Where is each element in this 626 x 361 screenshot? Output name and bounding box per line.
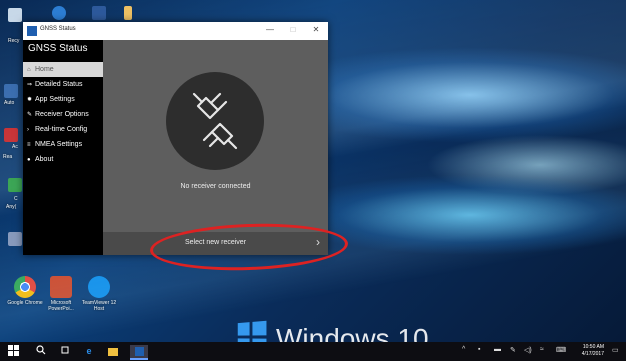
word-icon[interactable]: [92, 6, 106, 20]
tray-app-icon[interactable]: ▬: [494, 346, 501, 353]
google-chrome-icon: [14, 276, 36, 298]
app-icon: [27, 26, 37, 36]
shortcut-icon[interactable]: [8, 232, 22, 246]
sidebar-item-label: Home: [35, 66, 54, 73]
sidebar-item-receiver-options[interactable]: ✎ Receiver Options: [23, 107, 103, 122]
notifications-icon[interactable]: ▭: [612, 346, 619, 354]
close-button[interactable]: ✕: [308, 24, 324, 36]
teamviewer-label: TeamViewer 12 Host: [81, 300, 117, 312]
file-explorer-button[interactable]: [106, 345, 120, 358]
shortcut-label: Auto: [4, 100, 15, 106]
edge-taskbar-button[interactable]: e: [82, 345, 96, 358]
clock-time: 10:50 AM: [582, 344, 604, 350]
sidebar-item-nmea-settings[interactable]: ≡ NMEA Settings: [23, 137, 103, 152]
file-icon[interactable]: [124, 6, 132, 20]
chevron-icon: ›: [27, 127, 29, 133]
edge-icon: e: [86, 346, 92, 356]
windows-logo-icon: [237, 320, 267, 342]
pen-tray-icon[interactable]: ✎: [510, 346, 516, 354]
sidebar-item-label: About: [35, 156, 54, 163]
app-icon[interactable]: [52, 6, 66, 20]
sidebar-item-label: Detailed Status: [35, 81, 83, 88]
search-button[interactable]: [34, 345, 48, 358]
main-content: No receiver connected Select new receive…: [103, 40, 328, 255]
anyconnect-icon[interactable]: [8, 178, 22, 192]
sidebar-item-label: Real-time Config: [35, 126, 88, 133]
recycle-bin-icon[interactable]: [8, 8, 22, 22]
anyconnect-label: Any(: [6, 204, 17, 210]
acrobat-icon[interactable]: [4, 128, 18, 142]
sidebar-item-detailed-status[interactable]: ⇒ Detailed Status: [23, 77, 103, 92]
search-icon: [36, 345, 46, 355]
sidebar-item-label: App Settings: [35, 96, 75, 103]
desktop-icon-chrome[interactable]: Google Chrome: [4, 276, 46, 306]
clock-date: 4/17/2017: [581, 351, 604, 357]
info-icon: ●: [27, 157, 31, 163]
anyconnect-short-label: C: [14, 196, 18, 202]
gear-icon: ✹: [27, 97, 33, 103]
windows-start-icon: [7, 345, 19, 356]
recycle-bin-label: Recy: [8, 38, 20, 44]
powerpoint-label: Microsoft PowerPoi...: [48, 300, 74, 312]
desktop-icon-teamviewer[interactable]: TeamViewer 12 Host: [78, 276, 120, 312]
arrow-icon: ⇒: [27, 82, 33, 88]
desktop-icon-powerpoint[interactable]: Microsoft PowerPoi...: [40, 276, 82, 312]
gnss-status-window: GNSS Status — □ ✕ GNSS Status ⌂ Home ⇒ Det…: [23, 22, 328, 255]
task-view-button[interactable]: [58, 345, 72, 358]
chevron-up-icon[interactable]: ^: [462, 346, 465, 353]
sidebar-item-about[interactable]: ● About: [23, 152, 103, 167]
task-view-icon: [61, 346, 69, 354]
sidebar-item-label: NMEA Settings: [35, 141, 83, 148]
sidebar-header: GNSS Status: [28, 43, 88, 54]
sidebar-item-label: Receiver Options: [35, 111, 89, 118]
list-icon: ≡: [27, 142, 31, 148]
home-icon: ⌂: [27, 67, 31, 73]
connection-status: No receiver connected: [180, 183, 251, 190]
sidebar-item-home[interactable]: ⌂ Home: [23, 62, 103, 77]
desktop-shortcut-icon[interactable]: [4, 84, 18, 98]
keyboard-icon[interactable]: ⌨: [556, 346, 566, 354]
title-bar[interactable]: GNSS Status — □ ✕: [23, 22, 328, 40]
acrobat-label: Ac: [12, 144, 18, 150]
folder-icon: [108, 348, 118, 356]
minimize-button[interactable]: —: [262, 24, 278, 36]
wifi-icon[interactable]: ≈: [540, 346, 544, 353]
sidebar-item-app-settings[interactable]: ✹ App Settings: [23, 92, 103, 107]
gnss-taskbar-button[interactable]: [130, 345, 148, 360]
taskbar: e ^ ▪ ▬ ✎ ◁) ≈ ⌨ 10:50 AM 4/17/2017 ▭: [0, 342, 626, 361]
wrench-icon: ✎: [27, 112, 33, 118]
window-title: GNSS Status: [40, 26, 76, 32]
start-button[interactable]: [6, 345, 20, 358]
wallpaper-text: Windows 10: [276, 323, 429, 342]
volume-icon[interactable]: ◁): [524, 346, 532, 354]
powerpoint-icon: [50, 276, 72, 298]
maximize-button[interactable]: □: [285, 24, 301, 36]
network-tray-icon[interactable]: ▪: [478, 346, 480, 353]
sidebar: GNSS Status ⌂ Home ⇒ Detailed Status ✹ App …: [23, 40, 103, 255]
teamviewer-icon: [88, 276, 110, 298]
clock[interactable]: 10:50 AM 4/17/2017: [582, 344, 604, 358]
windows-10-logo: Windows 10: [236, 320, 429, 342]
reader-label: Rea: [3, 154, 13, 160]
chrome-label: Google Chrome: [7, 300, 43, 306]
gnss-app-icon: [134, 347, 144, 356]
connection-circle: [166, 72, 264, 170]
sidebar-item-realtime-config[interactable]: › Real-time Config: [23, 122, 103, 137]
plug-disconnected-icon: [192, 92, 238, 150]
